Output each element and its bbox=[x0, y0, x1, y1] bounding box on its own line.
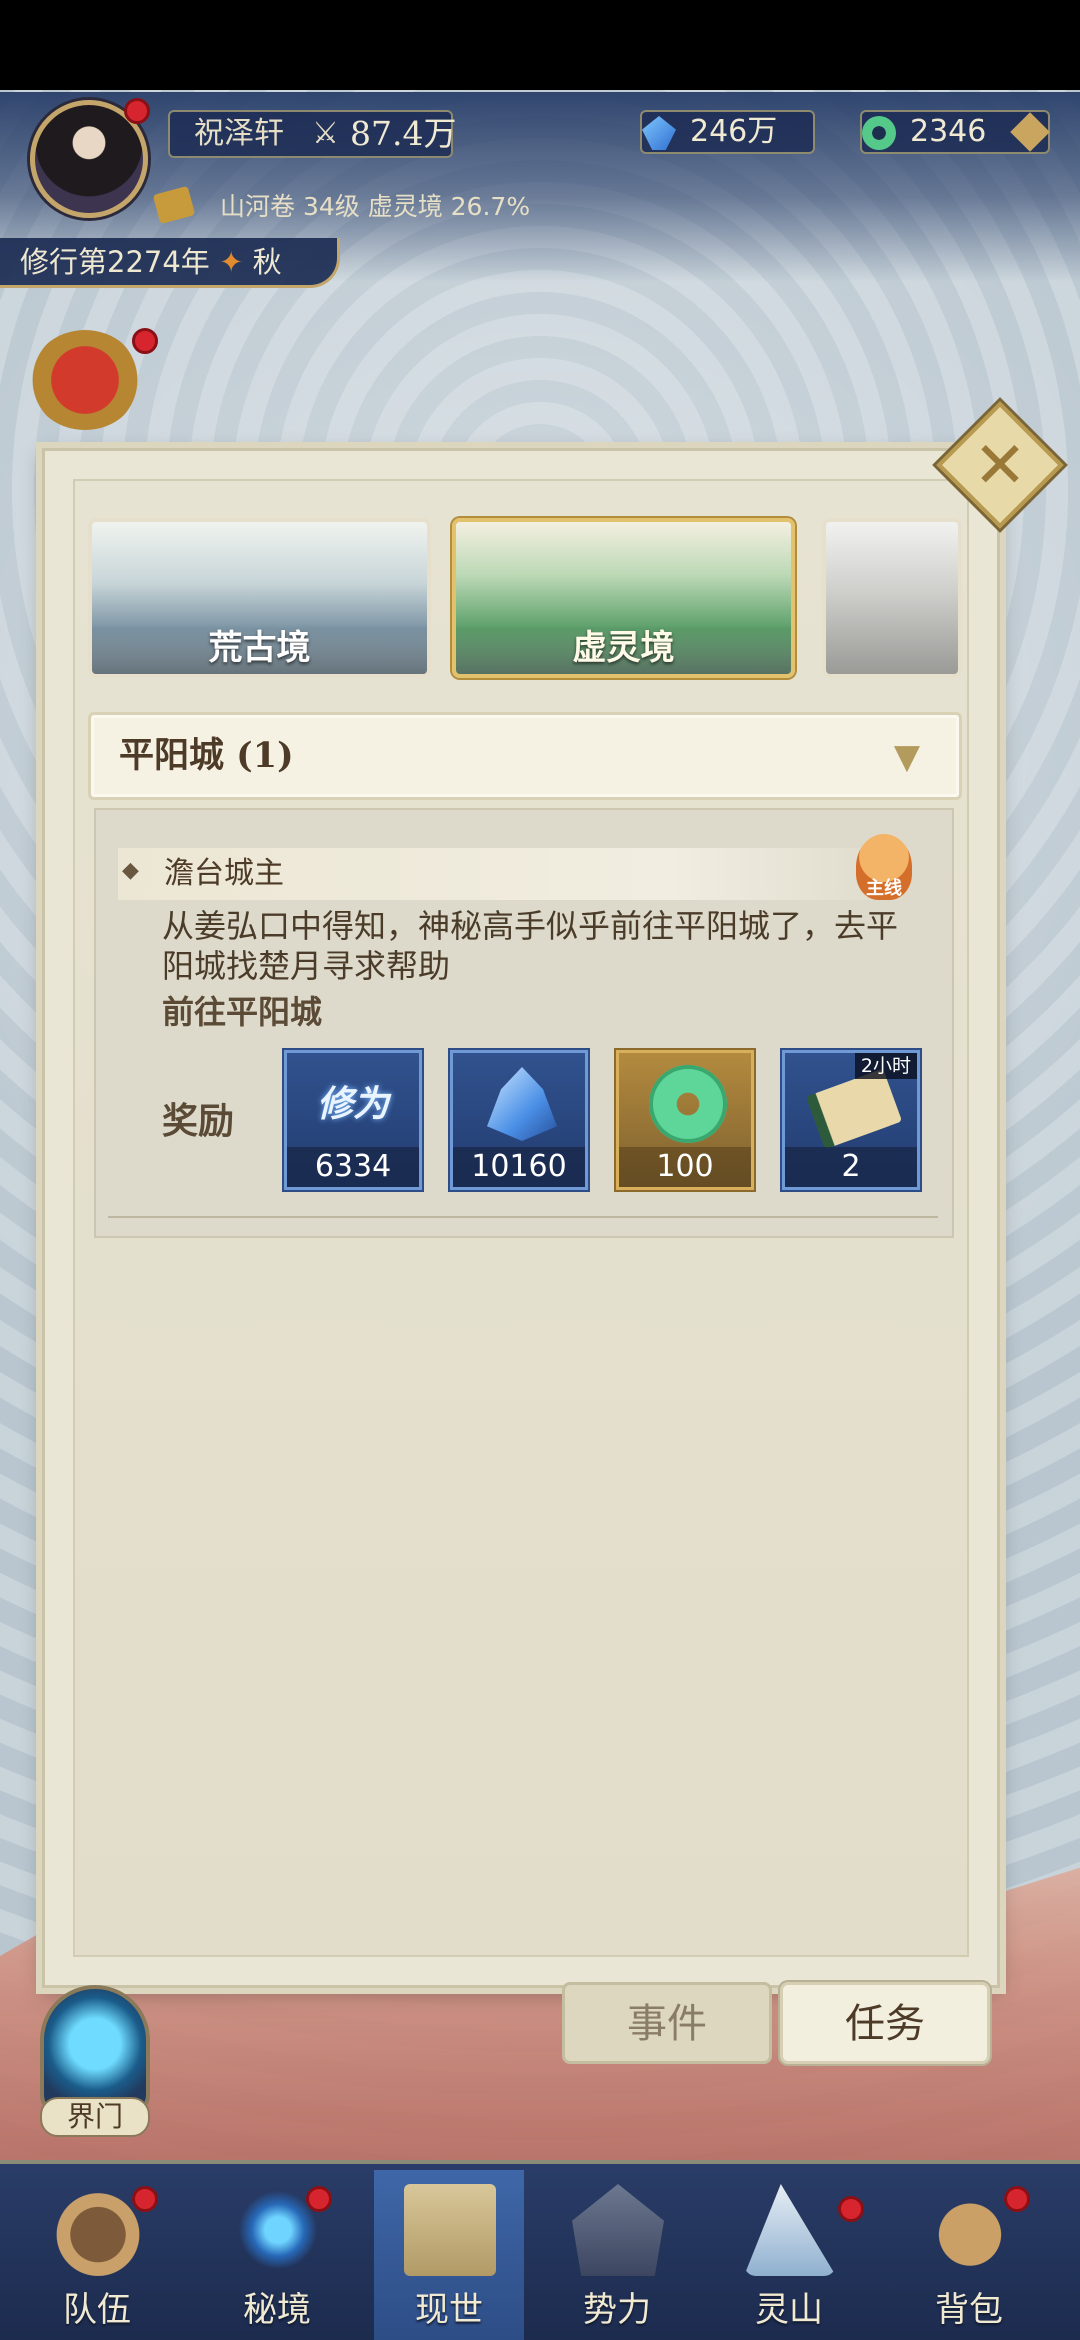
realm-tab-xuling[interactable]: 虚灵境 bbox=[452, 518, 795, 678]
spirit-stone-icon bbox=[642, 116, 676, 150]
realm-label: 荒古境 bbox=[92, 624, 427, 674]
quest-divider bbox=[108, 1216, 938, 1218]
treasure-chest-icon[interactable] bbox=[30, 330, 140, 430]
quest-bullet-icon: ◆ bbox=[122, 858, 139, 883]
crystal-icon bbox=[487, 1067, 557, 1141]
combat-power-icon: ⚔ bbox=[312, 116, 339, 151]
reward-scroll[interactable]: 2小时 2 bbox=[782, 1050, 920, 1190]
backpack-icon bbox=[924, 2184, 1016, 2276]
cultivation-year: 修行第2274年 bbox=[20, 245, 210, 279]
nav-world[interactable]: 现世 bbox=[374, 2170, 524, 2340]
reward-cultivation[interactable]: 修为 6334 bbox=[284, 1050, 422, 1190]
realm-art bbox=[826, 522, 958, 674]
avatar-notification-dot bbox=[124, 98, 150, 124]
jade-reward-icon bbox=[649, 1065, 727, 1143]
spirit-stone-value: 246万 bbox=[690, 114, 778, 149]
reward-jade[interactable]: 100 bbox=[616, 1050, 754, 1190]
quest-goal[interactable]: 前往平阳城 bbox=[162, 990, 322, 1034]
main-quest-badge: 主线 bbox=[856, 834, 912, 900]
reward-count: 100 bbox=[619, 1147, 751, 1187]
add-jade-icon[interactable] bbox=[1010, 112, 1050, 152]
spirit-mountain-icon bbox=[744, 2184, 836, 2276]
backpack-notification-dot bbox=[1004, 2186, 1030, 2212]
nav-label: 灵山 bbox=[755, 2290, 823, 2330]
team-icon bbox=[52, 2184, 144, 2276]
scroll-icon bbox=[805, 1068, 903, 1150]
nav-label: 背包 bbox=[935, 2290, 1003, 2330]
player-name: 祝泽轩 bbox=[194, 116, 284, 151]
nav-spirit-mountain[interactable]: 灵山 bbox=[714, 2170, 864, 2340]
city-name: 平阳城 (1) bbox=[119, 735, 294, 776]
cultivation-year-bar: 修行第2274年 ✦ 秋 bbox=[0, 238, 340, 288]
nav-faction[interactable]: 势力 bbox=[542, 2170, 692, 2340]
quest-description: 从姜弘口中得知，神秘高手似乎前往平阳城了，去平阳城找楚月寻求帮助 bbox=[162, 907, 899, 985]
autumn-leaf-icon: ✦ bbox=[219, 245, 244, 279]
quest-title: 澹台城主 bbox=[164, 856, 284, 891]
secret-realm-notification-dot bbox=[306, 2186, 332, 2212]
realm-tab-locked[interactable] bbox=[822, 518, 962, 678]
tab-task[interactable]: 任务 bbox=[780, 1982, 990, 2064]
reward-count: 10160 bbox=[453, 1147, 585, 1187]
spirit-mountain-notification-dot bbox=[838, 2196, 864, 2222]
team-notification-dot bbox=[132, 2186, 158, 2212]
portal-icon[interactable] bbox=[40, 1985, 150, 2115]
realm-label: 虚灵境 bbox=[456, 624, 791, 674]
reward-spirit-crystal[interactable]: 10160 bbox=[450, 1050, 588, 1190]
close-icon: ✕ bbox=[973, 429, 1027, 503]
season-label: 秋 bbox=[252, 245, 282, 279]
jade-value: 2346 bbox=[910, 114, 987, 149]
nav-label: 队伍 bbox=[63, 2290, 131, 2330]
portal-label[interactable]: 界门 bbox=[40, 2097, 150, 2137]
faction-icon bbox=[572, 2184, 664, 2276]
main-quest-tag: 主线 bbox=[866, 878, 902, 899]
combat-power-value: 87.4万 bbox=[350, 114, 457, 153]
player-info-line: 山河卷 34级 虚灵境 26.7% bbox=[220, 192, 531, 221]
nav-label: 势力 bbox=[583, 2290, 651, 2330]
reward-count: 2 bbox=[785, 1147, 917, 1187]
nav-label: 现世 bbox=[415, 2290, 483, 2330]
nav-label: 秘境 bbox=[243, 2290, 311, 2330]
chest-notification-dot bbox=[132, 328, 158, 354]
spirit-stone-counter[interactable]: 246万 bbox=[640, 110, 815, 154]
jade-counter[interactable]: 2346 bbox=[860, 110, 1050, 154]
reward-count: 6334 bbox=[287, 1147, 419, 1187]
city-selector[interactable]: 平阳城 (1) ▼ bbox=[88, 712, 962, 800]
status-bar bbox=[0, 0, 1080, 90]
world-map-icon bbox=[404, 2184, 496, 2276]
tab-event[interactable]: 事件 bbox=[562, 1982, 772, 2064]
reward-label: 奖励 bbox=[162, 1101, 235, 1142]
jade-icon bbox=[862, 116, 896, 150]
cultivation-icon: 修为 bbox=[316, 1084, 389, 1125]
chevron-down-icon: ▼ bbox=[893, 737, 921, 777]
realm-tab-huanggu[interactable]: 荒古境 bbox=[88, 518, 431, 678]
reward-time-tag: 2小时 bbox=[854, 1053, 917, 1079]
